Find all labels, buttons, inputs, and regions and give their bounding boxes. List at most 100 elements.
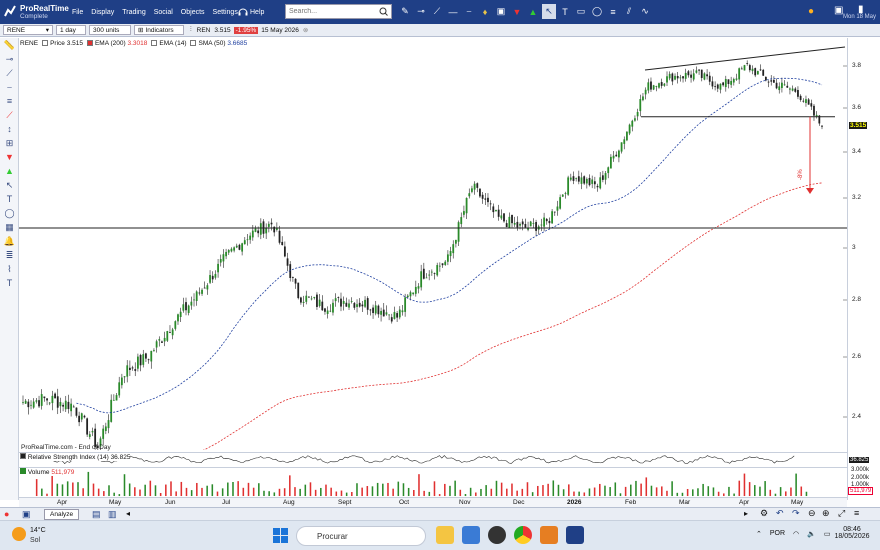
wifi-icon[interactable]: ◠ xyxy=(793,530,799,538)
volume-bar xyxy=(397,481,400,497)
pointer-icon[interactable]: ↖ xyxy=(0,178,19,192)
taskbar-search[interactable]: Procurar xyxy=(296,526,426,546)
sell-arrow-icon[interactable]: ▼ xyxy=(0,150,19,164)
notification-icon[interactable]: ● xyxy=(808,6,814,17)
prorealtime-icon[interactable] xyxy=(566,526,584,544)
help-button[interactable]: Help xyxy=(238,0,264,24)
fib-tool-icon[interactable]: ≡ xyxy=(606,4,620,19)
segment-icon[interactable]: ⊸ xyxy=(0,52,19,66)
menu-trading[interactable]: Trading xyxy=(122,9,145,16)
candle-body xyxy=(46,398,48,401)
sell-arrow-icon[interactable]: ▼ xyxy=(510,4,524,19)
chevron-up-icon[interactable]: ⌃ xyxy=(756,530,762,538)
calc-icon[interactable]: ⊞ xyxy=(0,136,19,150)
volume-bar xyxy=(511,483,513,497)
app-logo[interactable]: ProRealTime Complete xyxy=(4,3,69,21)
app-icon[interactable] xyxy=(540,526,558,544)
line-tool-icon[interactable]: ⟋ xyxy=(430,4,444,19)
volume-icon[interactable]: 🔈 xyxy=(807,530,816,538)
shape-icon[interactable]: ◯ xyxy=(0,206,19,220)
volume-bar xyxy=(686,488,689,497)
redo-icon[interactable]: ↷ xyxy=(792,508,800,519)
text2-icon[interactable]: T xyxy=(0,276,19,290)
fit-icon[interactable]: ⤢ xyxy=(838,508,845,519)
menu-display[interactable]: Display xyxy=(91,9,114,16)
ticker-selector[interactable]: RENE ▾ xyxy=(3,25,53,35)
panel2-icon[interactable]: ▥ xyxy=(108,509,117,520)
segment-tool-icon[interactable]: ⊸ xyxy=(414,4,428,19)
candle-body xyxy=(64,400,67,410)
text-tool-icon[interactable]: T xyxy=(558,4,572,19)
units-selector[interactable]: 300 units xyxy=(89,25,131,35)
menu-file[interactable]: File xyxy=(72,9,83,16)
candle-body xyxy=(455,239,457,244)
main-menu: File Display Trading Social Objects Sett… xyxy=(72,0,246,24)
trendline-icon[interactable]: ⟋ xyxy=(0,66,19,80)
settings-icon[interactable]: ⚙ xyxy=(760,508,768,519)
chrome-icon[interactable] xyxy=(514,526,532,544)
menu-objects[interactable]: Objects xyxy=(181,9,205,16)
image-tool-icon[interactable]: ▣ xyxy=(494,4,508,19)
close-icon[interactable]: ⊗ xyxy=(303,26,308,34)
bell-icon[interactable]: 🔔 xyxy=(0,234,19,248)
price-chart[interactable]: -8% xyxy=(19,38,847,450)
candle-body xyxy=(308,296,310,298)
path-icon[interactable]: ⌇ xyxy=(0,262,19,276)
volume-bar xyxy=(366,486,369,497)
buy-arrow-icon[interactable]: ▲ xyxy=(0,164,19,178)
hline-icon[interactable]: ⎯ xyxy=(0,80,19,94)
volume-bar xyxy=(82,488,84,497)
analyze-tab[interactable]: Analyze xyxy=(44,509,80,520)
chart-type-icon[interactable]: ⫶ xyxy=(190,26,192,34)
buy-arrow-icon[interactable]: ▲ xyxy=(526,4,540,19)
record-icon[interactable]: ● xyxy=(4,509,9,519)
layout-icon[interactable]: ▣ xyxy=(22,509,31,520)
fib-icon[interactable]: ≣ xyxy=(0,248,19,262)
month-tick: May xyxy=(109,499,122,506)
horizontal-line-2-icon[interactable]: ⎯ xyxy=(462,4,476,19)
panel-icon[interactable]: ▤ xyxy=(92,509,101,520)
menu-social[interactable]: Social xyxy=(154,9,173,16)
zoom-in-icon[interactable]: ⊕ xyxy=(822,508,830,519)
cursor-tool-icon[interactable]: ↖ xyxy=(542,4,556,19)
vertical-arrow-icon[interactable]: ↕ xyxy=(0,122,19,136)
indicators-button[interactable]: ⊞ Indicators xyxy=(134,25,184,35)
ellipse-tool-icon[interactable]: ◯ xyxy=(590,4,604,19)
horizontal-line-icon[interactable]: — xyxy=(446,4,460,19)
channel-icon[interactable]: ≡ xyxy=(0,94,19,108)
taskbar-clock[interactable]: 08:46 18/05/2026 xyxy=(830,526,874,540)
candle-body xyxy=(652,85,655,90)
timeframe-selector[interactable]: 1 day xyxy=(56,25,86,35)
scroll-right-icon[interactable]: ▸ xyxy=(744,509,748,518)
candle-body xyxy=(185,302,187,311)
volume-panel[interactable] xyxy=(19,467,847,497)
wave-tool-icon[interactable]: ∿ xyxy=(638,4,652,19)
file-explorer-icon[interactable] xyxy=(436,526,454,544)
windows-start-icon[interactable] xyxy=(273,528,288,543)
candle-body xyxy=(618,150,620,158)
menu-icon[interactable]: ≡ xyxy=(854,508,859,518)
search-box[interactable] xyxy=(285,4,392,19)
calendar-icon[interactable]: ▦ xyxy=(0,220,19,234)
scroll-left-icon[interactable]: ◂ xyxy=(126,509,130,518)
zoom-out-icon[interactable]: ⊖ xyxy=(808,508,816,519)
language-label[interactable]: POR xyxy=(770,530,785,538)
rsi-panel[interactable] xyxy=(19,452,847,466)
ruler-icon[interactable]: 📏 xyxy=(0,38,19,52)
channel-tool-icon[interactable]: ⫽ xyxy=(622,4,636,19)
store-icon[interactable] xyxy=(462,526,480,544)
candle-body xyxy=(719,83,722,90)
search-icon[interactable] xyxy=(379,7,388,16)
ray-icon[interactable]: ⟋ xyxy=(0,108,19,122)
month-tick: May xyxy=(791,499,804,506)
candle-body xyxy=(489,203,492,205)
cross-tool-icon[interactable]: ♦ xyxy=(478,4,492,19)
search-input[interactable] xyxy=(286,5,372,18)
rectangle-tool-icon[interactable]: ▭ xyxy=(574,4,588,19)
candle-body xyxy=(770,80,773,82)
menu-settings[interactable]: Settings xyxy=(213,9,238,16)
pencil-tool-icon[interactable]: ✎ xyxy=(398,4,412,19)
undo-icon[interactable]: ↶ xyxy=(776,508,784,519)
text-icon[interactable]: T xyxy=(0,192,19,206)
chatgpt-icon[interactable] xyxy=(488,526,506,544)
